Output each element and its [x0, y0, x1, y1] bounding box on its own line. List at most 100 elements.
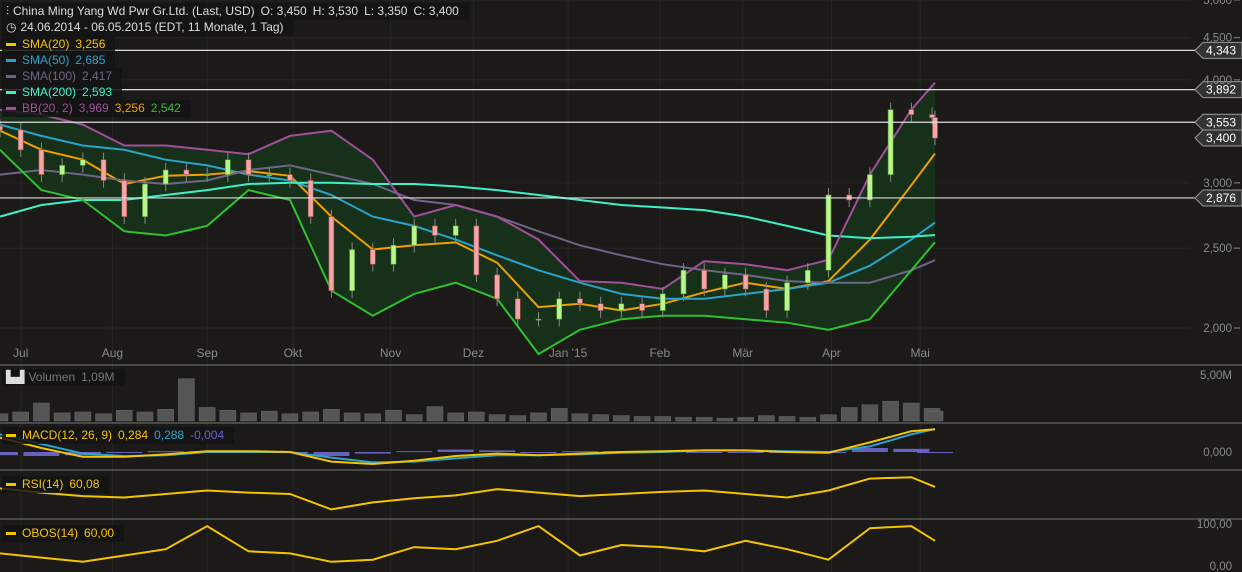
- candle-down: [473, 225, 480, 276]
- sma50-swatch: [6, 59, 16, 63]
- volume-bar: [882, 400, 899, 422]
- macd-label: MACD(12, 26, 9): [22, 428, 113, 442]
- sma200-label: SMA(200): [22, 85, 77, 99]
- volume-bar: [74, 411, 92, 422]
- volume-bar: [178, 378, 195, 422]
- candle-up: [411, 225, 418, 246]
- volume-bar: [385, 409, 402, 422]
- volume-bar: [820, 414, 837, 422]
- time-axis: Jul Aug Sep Okt Nov Dez Jan '15 Feb Mär Apr Mai: [13, 346, 930, 360]
- candle-up: [204, 174, 210, 176]
- volume-bar: [240, 412, 257, 422]
- volume-bar: [571, 413, 589, 422]
- bollinger-band-fill: [0, 82, 935, 354]
- macd-histogram-bar: [23, 452, 60, 456]
- volume-label: Volumen: [28, 370, 76, 384]
- obos-label: OBOS(14): [22, 526, 79, 540]
- time-axis-label: Apr: [822, 346, 841, 360]
- legend-bb[interactable]: BB(20, 2) 3,969 3,256 2,542: [2, 100, 191, 117]
- volume-bar: [716, 418, 734, 422]
- sma200-swatch: [6, 91, 16, 95]
- volume-bar: [550, 408, 568, 422]
- obos-axis-min: 0,00: [1210, 561, 1232, 572]
- candle-up: [80, 159, 86, 166]
- candle-up: [680, 269, 687, 295]
- legend-volume[interactable]: ▙▟ Volumen 1,09M: [2, 369, 125, 386]
- rsi-line: [0, 476, 936, 511]
- volume-bar: [157, 409, 174, 422]
- instrument-title: China Ming Yang Wd Pwr Gr.Ltd. (Last, US…: [13, 4, 255, 18]
- legend-rsi[interactable]: RSI(14) 60,08: [2, 476, 110, 493]
- candle-down: [494, 274, 500, 300]
- candlestick-icon[interactable]: ⫶: [6, 4, 9, 18]
- legend-sma200[interactable]: SMA(200) 2,593: [2, 84, 123, 101]
- macd-histogram-bar: [354, 452, 391, 454]
- macd-signal-value: 0,288: [154, 428, 185, 442]
- candle-down: [100, 159, 107, 181]
- volume-bar: [0, 413, 9, 422]
- volume-bars-icon: ▙▟: [6, 370, 25, 384]
- legend-sma20[interactable]: SMA(20) 3,256: [2, 36, 116, 53]
- time-axis-label: Dez: [463, 346, 484, 360]
- volume-bar: [903, 402, 920, 422]
- volume-bar: [281, 413, 299, 422]
- volume-bar: [302, 411, 319, 422]
- candle-down: [328, 216, 335, 291]
- legend-macd[interactable]: MACD(12, 26, 9) 0,284 0,288 -0,004: [2, 427, 235, 444]
- candle-up: [556, 298, 563, 320]
- volume-bar: [219, 409, 237, 422]
- macd-histogram-bar: [686, 452, 723, 453]
- legend-sma50[interactable]: SMA(50) 2,685: [2, 52, 116, 69]
- candle-down: [287, 174, 293, 181]
- volume-bar: [592, 414, 609, 422]
- volume-bar: [468, 411, 485, 422]
- price-axis-label: 4,000: [1203, 75, 1232, 87]
- volume-bar: [695, 417, 713, 422]
- clock-icon: ◷: [6, 20, 17, 34]
- candle-up: [390, 244, 397, 265]
- candle-up: [142, 183, 148, 217]
- bb-lower-value: 2,542: [150, 101, 181, 115]
- candle-up: [825, 194, 832, 271]
- price-axis-label: 4,500: [1203, 33, 1232, 45]
- legend-obos[interactable]: OBOS(14) 60,00: [2, 525, 125, 542]
- stock-chart[interactable]: 4,3433,8923,5533,4002,876 5,0004,5004,00…: [0, 0, 1242, 572]
- time-axis-label: Feb: [649, 346, 670, 360]
- rsi-panel: [0, 476, 936, 511]
- volume-bar: [488, 414, 506, 422]
- sma200-value: 2,593: [82, 85, 113, 99]
- candle-down: [763, 288, 770, 311]
- legend-sma100[interactable]: SMA(100) 2,417: [2, 68, 123, 85]
- candle-up: [867, 174, 873, 201]
- candle-down: [38, 149, 45, 175]
- candle-down: [0, 126, 3, 131]
- volume-bar: [343, 412, 361, 422]
- candle-down: [370, 249, 376, 265]
- volume-bar: [95, 413, 112, 422]
- obos-axis-max: 100,00: [1197, 519, 1232, 531]
- candle-down: [597, 303, 604, 311]
- time-axis-label: Sep: [196, 346, 218, 360]
- candle-up: [162, 169, 169, 185]
- price-axis-label: 2,000: [1203, 323, 1232, 335]
- rsi-label: RSI(14): [22, 477, 64, 491]
- macd-histogram-bar: [396, 451, 433, 453]
- candle-down: [245, 159, 252, 175]
- volume-bar: [861, 404, 879, 422]
- time-axis-label: Mai: [911, 346, 930, 360]
- candle-down: [515, 298, 521, 320]
- candle-down: [183, 169, 190, 175]
- candle-down: [17, 129, 24, 151]
- volume-bar: [364, 413, 382, 422]
- candle-up: [659, 293, 666, 311]
- low-value: L: 3,350: [364, 4, 408, 18]
- volume-bar: [426, 406, 444, 422]
- macd-axis-zero: 0,000: [1203, 447, 1232, 459]
- macd-hist-value: -0,004: [190, 428, 225, 442]
- volume-bar: [33, 402, 50, 422]
- bb-middle-value: 3,256: [114, 101, 145, 115]
- candle-up: [349, 249, 355, 291]
- sma20-swatch: [6, 43, 16, 47]
- price-axis-label: 2,500: [1203, 243, 1232, 255]
- price-axis-label: 5,000: [1203, 0, 1232, 7]
